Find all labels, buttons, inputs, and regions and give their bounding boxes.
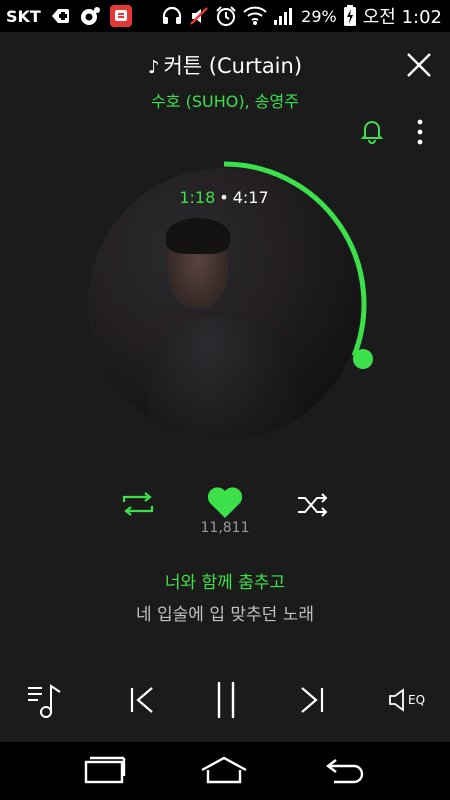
headphones-icon bbox=[161, 6, 183, 26]
carrier-label: SKT bbox=[6, 6, 41, 26]
plus-app-icon bbox=[49, 6, 71, 26]
home-icon bbox=[201, 756, 247, 784]
recent-apps-button[interactable] bbox=[80, 754, 128, 788]
current-time: 1:18 bbox=[179, 188, 216, 207]
battery-percent: 29% bbox=[301, 6, 337, 26]
lyric-next-line[interactable]: 네 입술에 입 맞추던 노래 bbox=[0, 600, 450, 625]
pause-icon bbox=[217, 682, 235, 718]
heart-icon bbox=[207, 487, 243, 518]
status-bar: SKT 29% 오전 1:02 bbox=[0, 0, 450, 32]
back-icon bbox=[326, 759, 364, 784]
music-note-icon: ♪ bbox=[147, 57, 160, 78]
song-title: 커튼 (Curtain) bbox=[163, 54, 303, 78]
back-button[interactable] bbox=[322, 754, 370, 788]
like-count: 11,811 bbox=[200, 520, 250, 536]
player-header: ♪ 커튼 (Curtain) 수호 (SUHO), 송영주 bbox=[0, 32, 450, 120]
playlist-icon bbox=[28, 684, 61, 718]
repeat-button[interactable] bbox=[120, 490, 156, 518]
shuffle-button[interactable] bbox=[296, 492, 330, 518]
close-button[interactable] bbox=[406, 52, 432, 78]
shuffle-icon bbox=[298, 493, 328, 517]
song-title-row: ♪ 커튼 (Curtain) bbox=[0, 50, 450, 80]
repeat-icon bbox=[122, 492, 154, 516]
wifi-icon bbox=[243, 6, 267, 26]
app-notification-icon bbox=[109, 4, 133, 28]
alarm-icon bbox=[215, 5, 237, 27]
music-app-icon bbox=[79, 5, 101, 27]
previous-icon bbox=[130, 687, 153, 713]
navigation-bar bbox=[0, 742, 450, 800]
total-time: 4:17 bbox=[232, 188, 269, 207]
playlist-button[interactable] bbox=[26, 680, 66, 720]
next-button[interactable] bbox=[296, 684, 326, 716]
home-button[interactable] bbox=[200, 754, 248, 788]
more-vertical-icon bbox=[417, 119, 423, 145]
next-icon bbox=[301, 687, 324, 713]
close-icon bbox=[407, 53, 431, 77]
playback-controls: EQ bbox=[0, 676, 450, 726]
album-art-dial[interactable]: 1:18 • 4:17 bbox=[80, 160, 380, 460]
pause-button[interactable] bbox=[214, 680, 238, 720]
signal-icon bbox=[273, 6, 295, 26]
artist-name[interactable]: 수호 (SUHO), 송영주 bbox=[0, 88, 450, 112]
time-separator: • bbox=[219, 188, 229, 207]
equalizer-button[interactable]: EQ bbox=[388, 686, 428, 714]
like-button[interactable] bbox=[206, 486, 244, 520]
secondary-controls: 11,811 bbox=[0, 486, 450, 546]
eq-speaker-icon bbox=[389, 688, 404, 712]
battery-charging-icon bbox=[343, 5, 357, 27]
eq-label: EQ bbox=[408, 693, 426, 707]
alarm-button[interactable] bbox=[360, 118, 384, 144]
bell-icon bbox=[360, 121, 384, 144]
previous-button[interactable] bbox=[128, 684, 158, 716]
more-options-button[interactable] bbox=[412, 118, 428, 146]
time-display: 1:18 • 4:17 bbox=[80, 188, 368, 207]
mute-icon bbox=[189, 6, 209, 26]
clock: 오전 1:02 bbox=[362, 7, 442, 28]
lyric-current-line[interactable]: 너와 함께 춤추고 bbox=[0, 568, 450, 593]
recent-apps-icon bbox=[84, 756, 126, 784]
